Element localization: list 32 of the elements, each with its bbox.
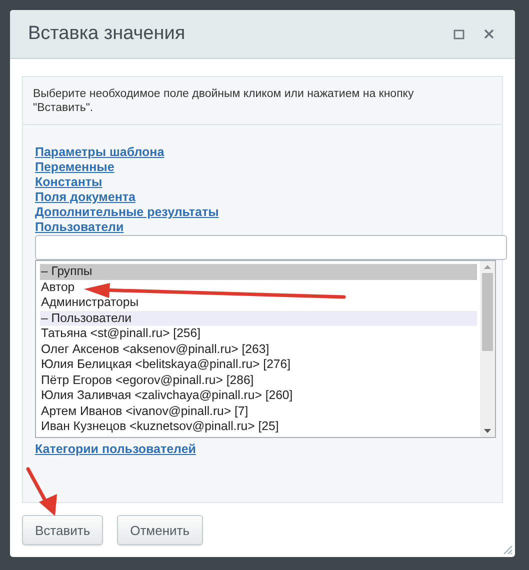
user-listbox[interactable] [35,260,496,438]
cancel-button[interactable]: Отменить [117,515,203,545]
maximize-icon[interactable] [453,28,465,40]
list-item[interactable]: Татьяна <st@pinall.ru> [256] [40,326,477,342]
list-item[interactable]: Артем Иванов <ivanov@pinall.ru> [7] [40,404,477,419]
list-item[interactable]: – Пользователи [40,310,477,326]
section-link[interactable]: Категории пользователей [35,442,196,457]
list-item[interactable]: Юлия Белицкая <belitskaya@pinall.ru> [276] [40,357,477,372]
section-link[interactable]: Поля документа [35,190,136,205]
list-item[interactable]: Администраторы [40,295,477,310]
list-item[interactable]: Олег Аксенов <aksenov@pinall.ru> [263] [40,342,477,357]
insert-button[interactable]: Вставить [22,515,104,545]
section-link[interactable]: Константы [35,175,102,190]
list-item[interactable]: Автор [40,280,477,295]
scroll-up-icon[interactable] [483,264,492,270]
resize-grip-icon[interactable] [501,543,513,555]
scrollbar[interactable] [480,261,495,437]
scroll-thumb[interactable] [482,273,493,351]
close-icon[interactable] [483,28,495,40]
hint-text: Выберите необходимое поле двойным кликом или нажатием на кнопку "Вставить". [23,77,502,125]
section-link[interactable]: Параметры шаблона [35,145,164,160]
list-item[interactable]: – Группы [40,264,477,280]
scroll-down-icon[interactable] [483,428,492,434]
arrow-annotation [25,466,59,518]
dialog-title: Вставка значения [28,23,186,45]
section-link[interactable]: Дополнительные результаты [35,205,219,220]
section-link[interactable]: Пользователи [35,220,124,235]
list-item[interactable]: Пётр Егоров <egorov@pinall.ru> [286] [40,372,477,388]
list-item[interactable]: Юлия Заливчая <zalivchaya@pinall.ru> [260] [40,388,477,404]
section-link[interactable]: Переменные [35,160,114,175]
list-item[interactable]: Иван Кузнецов <kuznetsov@pinall.ru> [25] [40,419,477,434]
search-field[interactable] [35,235,507,260]
